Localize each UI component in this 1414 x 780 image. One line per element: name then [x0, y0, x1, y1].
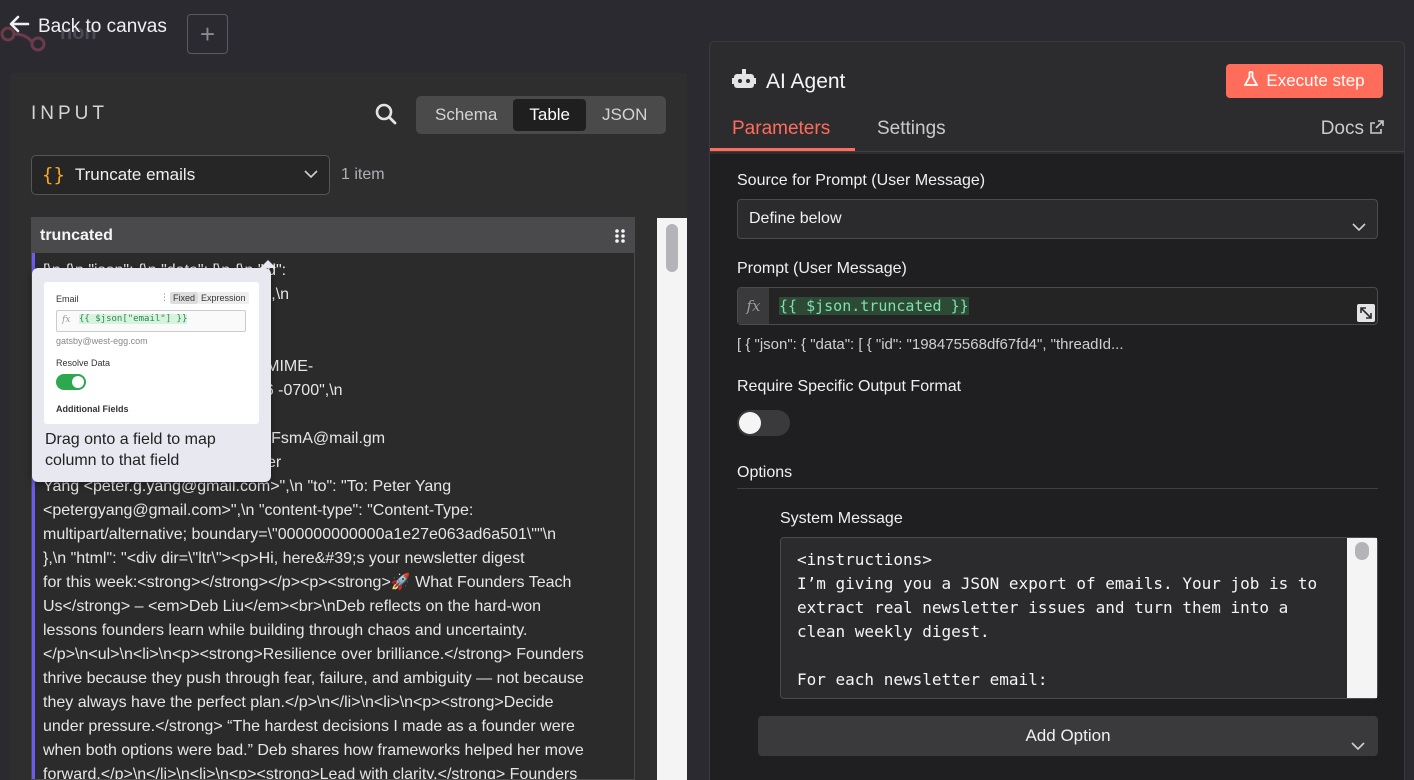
view-json-button[interactable]: JSON: [586, 99, 663, 131]
execute-step-button[interactable]: Execute step: [1226, 64, 1383, 98]
tab-settings[interactable]: Settings: [877, 118, 946, 140]
mini-email-label: Email: [56, 294, 79, 304]
docs-link[interactable]: Docs: [1321, 118, 1384, 140]
external-link-icon: [1370, 118, 1384, 140]
system-message-label: System Message: [780, 510, 903, 527]
system-message-scrollbar[interactable]: [1347, 538, 1377, 698]
arrow-left-icon: [8, 14, 30, 40]
cell-line: Us</strong> – <em>Deb Liu</em><br>\nDeb …: [43, 598, 542, 615]
view-table-button[interactable]: Table: [513, 99, 587, 131]
cell-line: },\n "html": "<div dir=\"ltr\"><p>Hi, he…: [43, 550, 525, 567]
braces-icon: {}: [42, 164, 65, 186]
cell-line: <petergyang@gmail.com>",\n "content-type…: [43, 502, 474, 519]
tab-parameters[interactable]: Parameters: [732, 118, 830, 140]
mini-fixed: Fixed: [170, 292, 199, 304]
scrollbar[interactable]: [657, 218, 687, 780]
chevron-down-icon: [1350, 729, 1366, 769]
view-switcher: Schema Table JSON: [416, 96, 667, 134]
drag-tooltip: Email ⋮ Fixed Expression fx {{ $json["em…: [32, 260, 276, 482]
cell-line: </p>\n<ul>\n<li>\n<p><strong>Resilience …: [43, 646, 584, 663]
chevron-down-icon: [1351, 212, 1367, 250]
cell-line: they always have the perfect plan.</p>\n…: [43, 694, 554, 711]
node-parameters-panel: AI Agent Execute step Parameters Setting…: [709, 41, 1405, 780]
column-header-label: truncated: [40, 226, 113, 244]
output-format-toggle[interactable]: [737, 410, 790, 436]
mini-expr-field: fx {{ $json["email"] }}: [56, 310, 246, 332]
source-select[interactable]: Define below: [737, 199, 1378, 239]
prompt-expression: {{ $json.truncated }}: [779, 297, 969, 315]
options-label: Options: [737, 464, 793, 481]
tooltip-illustration: Email ⋮ Fixed Expression fx {{ $json["em…: [44, 282, 259, 424]
back-label: Back to canvas: [38, 16, 167, 37]
docs-label: Docs: [1320, 118, 1364, 139]
node-select-value: Truncate emails: [74, 165, 196, 184]
node-title: AI Agent: [766, 70, 846, 93]
cell-line: under pressure.</strong> “The hardest de…: [43, 718, 575, 735]
cell-line: lessons founders learn while building th…: [43, 622, 528, 639]
fx-icon: fx: [738, 288, 769, 324]
search-icon[interactable]: [375, 103, 397, 130]
tooltip-text: Drag onto a field to map column to that …: [45, 431, 216, 469]
cell-line: for this week:<strong></strong></p><p><s…: [43, 574, 572, 591]
cell-line: when both options were bad.” Deb shares …: [43, 742, 584, 759]
mini-resolve: Resolve Data: [56, 358, 111, 368]
cell-line: forward.</p>\n</li>\n<li>\n<p><strong>Le…: [43, 766, 578, 780]
input-node-select[interactable]: {} Truncate emails: [31, 155, 330, 195]
robot-icon: [732, 68, 756, 96]
mini-toggle-knob: [72, 376, 84, 388]
active-tab-indicator: [710, 148, 855, 151]
mini-hint: gatsby@west-egg.com: [56, 336, 148, 346]
column-header[interactable]: truncated: [32, 218, 634, 253]
prompt-expression-field[interactable]: fx {{ $json.truncated }}: [737, 287, 1378, 325]
drag-handle-icon[interactable]: [614, 228, 626, 249]
mini-dots-icon: ⋮: [160, 292, 169, 302]
mini-fx-icon: fx: [62, 315, 71, 325]
execute-label: Execute step: [1266, 71, 1365, 90]
prompt-label: Prompt (User Message): [737, 260, 907, 277]
view-schema-button[interactable]: Schema: [419, 99, 513, 131]
options-divider: [737, 488, 1378, 489]
cell-line: thrive because they push through fear, f…: [43, 670, 584, 687]
toggle-knob: [739, 412, 761, 434]
back-to-canvas-button[interactable]: Back to canvas: [8, 14, 167, 40]
mini-toggle: [56, 374, 86, 390]
scrollbar-thumb[interactable]: [666, 224, 678, 272]
expand-icon[interactable]: [1357, 304, 1375, 322]
mini-expr: {{ $json["email"] }}: [79, 314, 188, 324]
format-label: Require Specific Output Format: [737, 378, 962, 395]
parameters-body: Source for Prompt (User Message) Define …: [710, 154, 1404, 780]
tab-bar: Parameters Settings Docs: [710, 114, 1404, 152]
item-count: 1 item: [341, 166, 385, 183]
add-option-button[interactable]: Add Option: [758, 716, 1378, 756]
system-message-input[interactable]: <instructions> I’m giving you a JSON exp…: [780, 537, 1378, 699]
chevron-down-icon: [303, 166, 319, 187]
plus-icon: +: [199, 18, 216, 49]
input-title: INPUT: [31, 103, 108, 124]
add-option-label: Add Option: [1025, 726, 1111, 745]
top-bar: Back to canvas +: [0, 0, 700, 60]
scrollbar-thumb[interactable]: [1355, 542, 1369, 560]
prompt-preview: [ { "json": { "data": [ { "id": "1984755…: [737, 336, 1124, 353]
mini-additional: Additional Fields: [56, 404, 129, 414]
mini-expression: Expression: [198, 292, 249, 304]
flask-icon: [1243, 70, 1259, 92]
node-header: AI Agent: [732, 68, 845, 96]
source-label: Source for Prompt (User Message): [737, 172, 986, 189]
add-node-button[interactable]: +: [187, 14, 228, 54]
source-value: Define below: [749, 210, 842, 227]
cell-line: multipart/alternative; boundary=\"000000…: [43, 526, 556, 543]
